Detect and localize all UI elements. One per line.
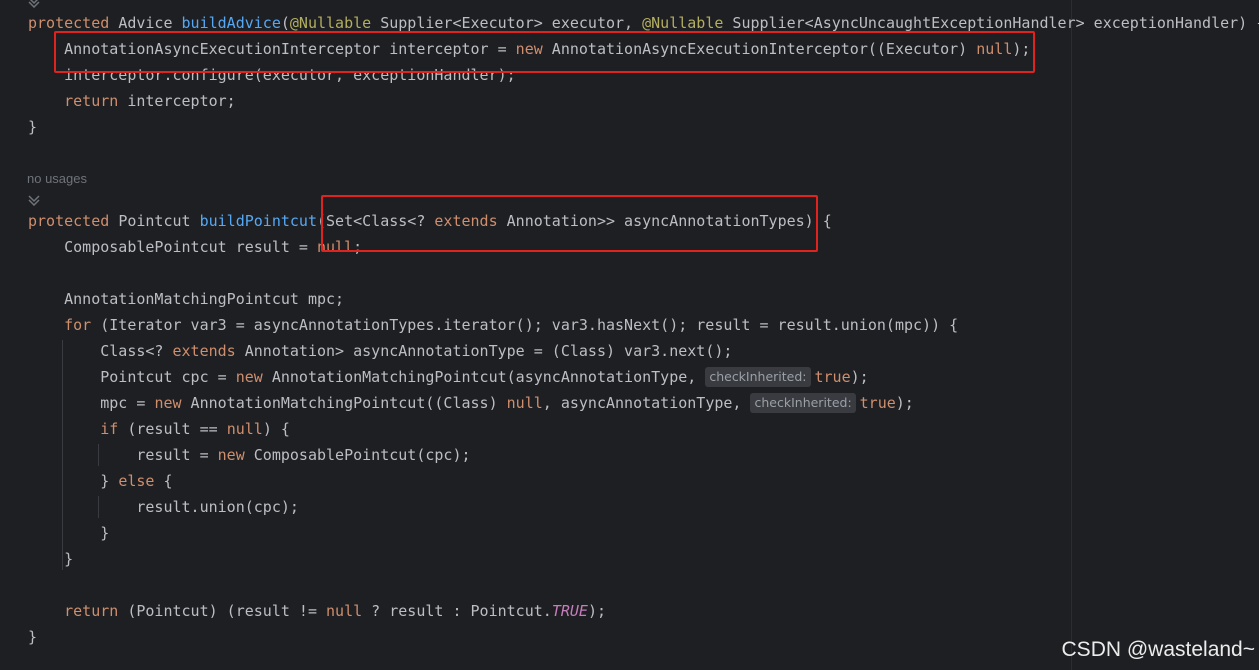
code-token: extends (172, 342, 236, 360)
code-token: } (28, 550, 74, 568)
code-token: return (64, 92, 119, 110)
code-token: ); (587, 602, 606, 620)
code-line[interactable]: } (28, 546, 73, 572)
code-token: Pointcut (118, 212, 200, 230)
code-token: new (154, 394, 182, 412)
code-token: Pointcut cpc = (28, 368, 236, 386)
code-token: null (506, 394, 543, 412)
code-token: null (326, 602, 363, 620)
code-token: ? result : Pointcut. (362, 602, 552, 620)
code-line[interactable]: Class<? extends Annotation> asyncAnnotat… (28, 338, 732, 364)
code-token: null (226, 420, 263, 438)
code-line[interactable]: } (28, 520, 109, 546)
code-token: else (118, 472, 155, 490)
watermark: CSDN @wasteland~ (1061, 638, 1255, 661)
code-line[interactable]: } (28, 114, 37, 140)
code-line[interactable]: } (28, 624, 37, 650)
code-token: { (154, 472, 173, 490)
code-token: TRUE (551, 602, 588, 620)
right-margin-guide (1071, 0, 1072, 670)
code-token: result = (28, 446, 218, 464)
code-token: buildAdvice (181, 14, 281, 32)
code-token: } (28, 118, 38, 136)
code-line[interactable]: for (Iterator var3 = asyncAnnotationType… (28, 312, 958, 338)
code-token: ); (850, 368, 869, 386)
code-token: Supplier<Executor> executor, (371, 14, 643, 32)
code-token: for (64, 316, 92, 334)
code-token: ( (280, 14, 290, 32)
code-token: (result == (118, 420, 227, 438)
code-token: result.union(cpc); (28, 498, 299, 516)
override-gutter-icon[interactable] (27, 0, 41, 8)
highlight-box-parameter (321, 195, 818, 252)
code-line[interactable]: return (Pointcut) (result != null ? resu… (28, 598, 606, 624)
code-line[interactable]: ComposablePointcut result = null; (28, 234, 362, 260)
code-token: mpc = (28, 394, 155, 412)
parameter-hint: checkInherited: (705, 367, 811, 387)
code-token: ); (895, 394, 914, 412)
code-token: AnnotationMatchingPointcut(asyncAnnotati… (262, 368, 706, 386)
code-token: ) { (262, 420, 290, 438)
code-token: true (814, 368, 851, 386)
code-token: (Iterator var3 = asyncAnnotationTypes.it… (91, 316, 959, 334)
code-token: return (64, 602, 119, 620)
code-editor[interactable]: no usages protected Advice buildAdvice(@… (0, 0, 1259, 670)
code-token: buildPointcut (199, 212, 317, 230)
code-token: @Nullable (289, 14, 372, 32)
code-token: AnnotationMatchingPointcut mpc; (28, 290, 345, 308)
code-token: if (100, 420, 119, 438)
code-line[interactable]: AnnotationMatchingPointcut mpc; (28, 286, 344, 312)
code-token: protected (28, 212, 119, 230)
code-token: Advice (118, 14, 182, 32)
code-token: } (28, 524, 110, 542)
code-token: interceptor; (118, 92, 236, 110)
code-token: Annotation> asyncAnnotationType = (Class… (235, 342, 733, 360)
code-token: AnnotationMatchingPointcut((Class) (181, 394, 507, 412)
code-line[interactable]: return interceptor; (28, 88, 236, 114)
code-line[interactable]: Pointcut cpc = new AnnotationMatchingPoi… (28, 364, 869, 390)
code-token: ComposablePointcut(cpc); (244, 446, 471, 464)
code-token: @Nullable (642, 14, 724, 32)
code-token: protected (28, 14, 119, 32)
code-line[interactable]: mpc = new AnnotationMatchingPointcut((Cl… (28, 390, 914, 416)
highlight-box-interceptor (54, 31, 1035, 73)
code-token: true (859, 394, 896, 412)
code-token: , asyncAnnotationType, (542, 394, 751, 412)
code-line[interactable]: } else { (28, 468, 173, 494)
code-line[interactable]: if (result == null) { (28, 416, 290, 442)
override-gutter-icon[interactable] (27, 194, 41, 206)
code-token: new (217, 446, 245, 464)
code-token: } (28, 472, 119, 490)
code-token: Class<? (28, 342, 173, 360)
code-token: } (28, 628, 38, 646)
code-token: ComposablePointcut result = (28, 238, 317, 256)
code-token: new (235, 368, 263, 386)
usages-hint[interactable]: no usages (27, 171, 87, 186)
code-line[interactable]: result.union(cpc); (28, 494, 299, 520)
code-line[interactable]: result = new ComposablePointcut(cpc); (28, 442, 471, 468)
parameter-hint: checkInherited: (750, 393, 856, 413)
code-token: (Pointcut) (result != (118, 602, 327, 620)
code-token: Supplier<AsyncUncaughtExceptionHandler> … (723, 14, 1259, 32)
